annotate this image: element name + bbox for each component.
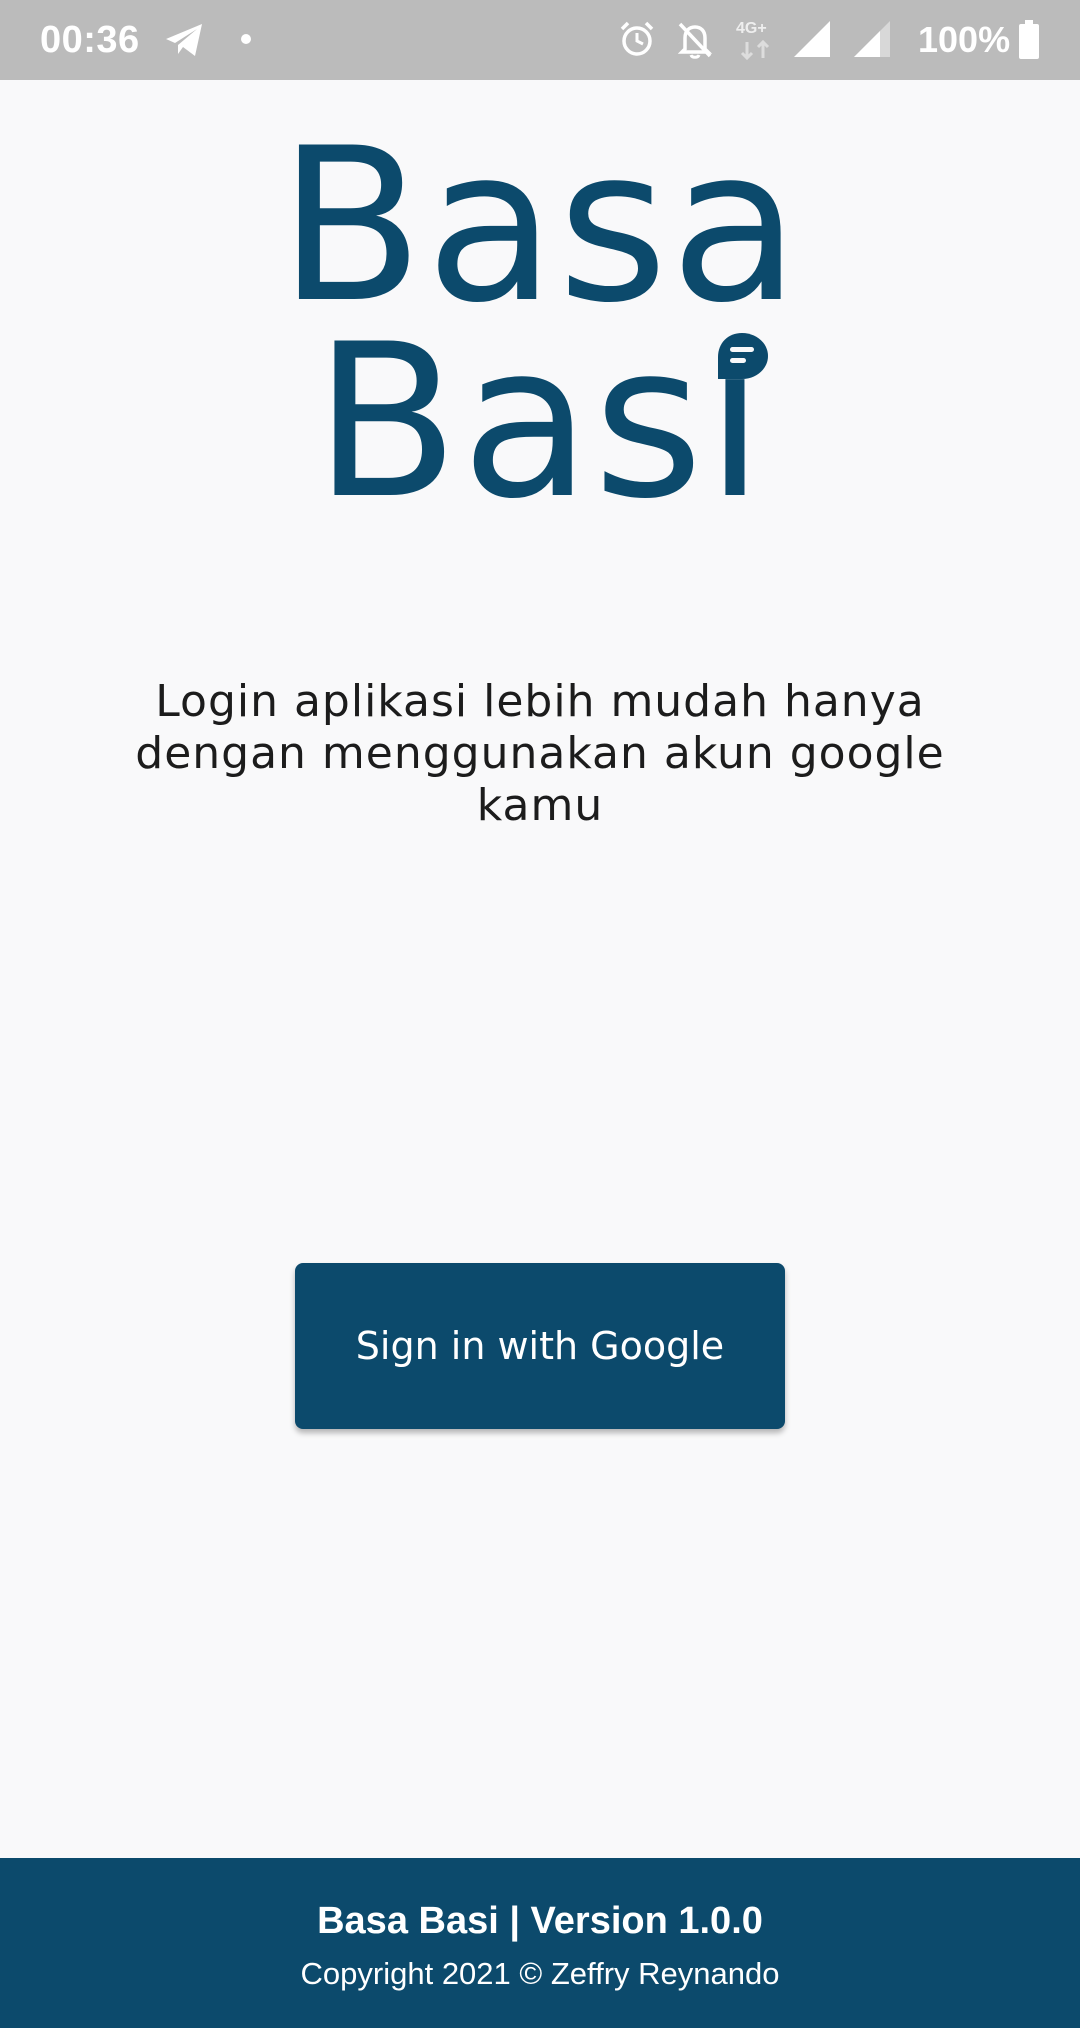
chat-bubble-icon <box>718 333 768 379</box>
bell-off-icon <box>677 22 713 59</box>
alarm-icon <box>620 21 654 56</box>
data-4g-plus-icon: 4G+ <box>734 20 778 60</box>
telegram-icon <box>166 24 202 56</box>
google-signin-button-label: Sign in with Google <box>355 1324 725 1368</box>
signal-icon <box>794 21 830 57</box>
notification-dot-icon <box>241 34 251 44</box>
footer-copyright: Copyright 2021 © Zeffry Reynando <box>300 1956 780 1991</box>
battery-percentage: 100% <box>918 19 1011 60</box>
network-type-label: 4G+ <box>736 20 767 37</box>
battery-icon <box>1019 20 1039 59</box>
status-bar: 00:36 4G+ 100% <box>0 0 1080 80</box>
google-signin-button[interactable]: Sign in with Google <box>295 1263 785 1429</box>
status-time: 00:36 <box>40 19 140 61</box>
app-logo: Basa Bası <box>0 120 1080 528</box>
logo-text-line-2: Bası <box>313 298 767 545</box>
login-description: Login aplikasi lebih mudah hanya dengan … <box>135 676 945 831</box>
signal-icon-secondary <box>854 21 890 57</box>
footer-version: Basa Basi | Version 1.0.0 <box>317 1900 763 1942</box>
footer: Basa Basi | Version 1.0.0 Copyright 2021… <box>0 1858 1080 2028</box>
